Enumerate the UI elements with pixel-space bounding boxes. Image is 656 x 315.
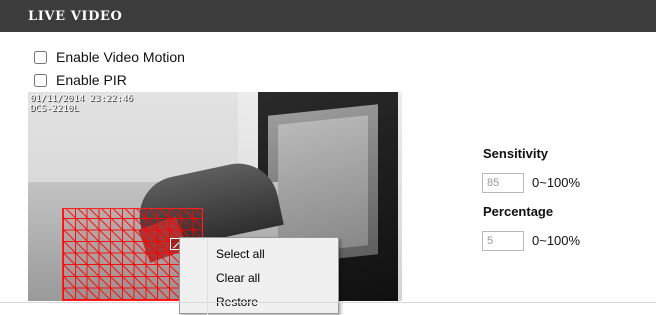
video-scene-screen-glare — [278, 115, 368, 255]
enable-pir-row[interactable]: Enable PIR — [34, 71, 127, 89]
percentage-input[interactable]: 5 — [482, 231, 524, 251]
video-osd-camera-name: DCS-2210L — [30, 104, 79, 114]
section-header: LIVE VIDEO — [0, 0, 656, 32]
enable-video-motion-checkbox[interactable] — [34, 50, 47, 64]
enable-video-motion-label: Enable Video Motion — [56, 49, 185, 65]
context-menu-clear-all[interactable]: Clear all — [208, 267, 338, 289]
video-osd-overlay: 01/11/2014 23:22:46 DCS-2210L — [30, 94, 133, 114]
enable-video-motion-row[interactable]: Enable Video Motion — [34, 48, 185, 66]
percentage-range: 0~100% — [532, 233, 581, 248]
sensitivity-input[interactable]: 85 — [482, 173, 524, 193]
section-title: LIVE VIDEO — [28, 9, 123, 24]
video-osd-timestamp: 01/11/2014 23:22:46 — [30, 94, 133, 104]
percentage-label: Percentage — [483, 204, 554, 219]
sensitivity-range: 0~100% — [532, 175, 581, 190]
enable-pir-label: Enable PIR — [56, 72, 127, 88]
sensitivity-label: Sensitivity — [483, 146, 549, 161]
enable-pir-checkbox[interactable] — [34, 73, 47, 87]
section-divider — [0, 302, 656, 303]
context-menu-select-all[interactable]: Select all — [208, 243, 338, 265]
